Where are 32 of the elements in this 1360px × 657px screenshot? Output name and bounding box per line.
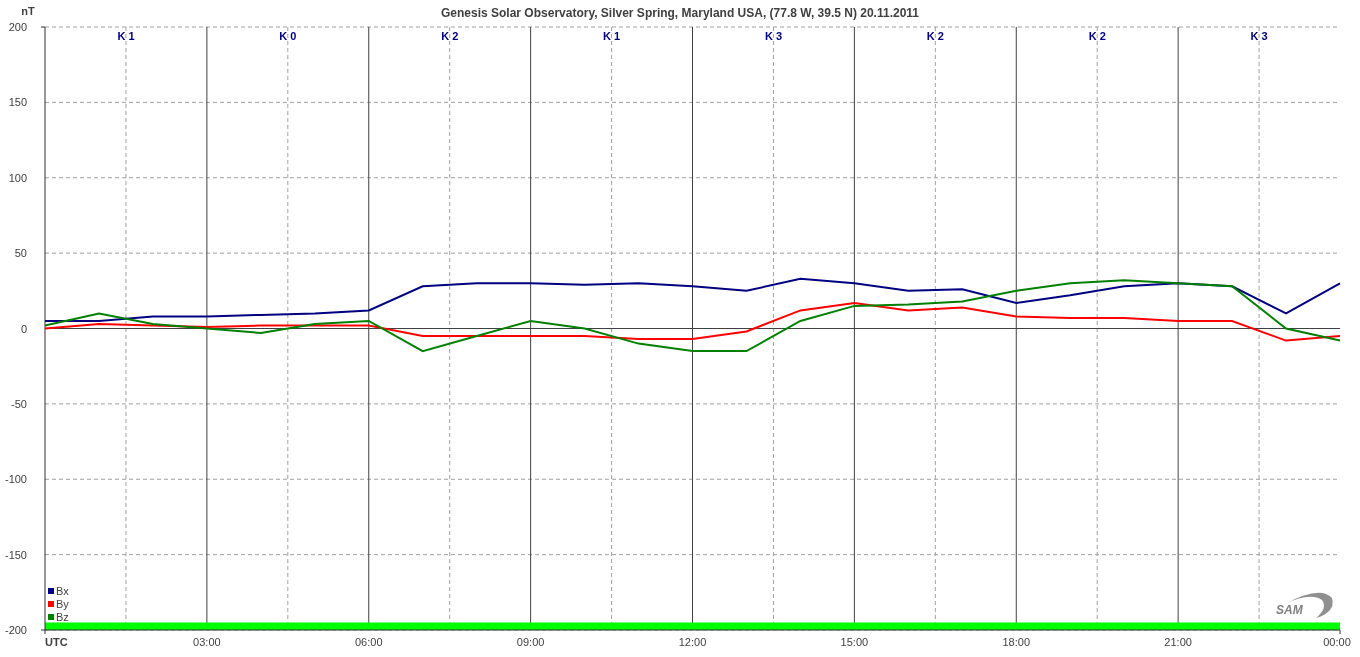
y-tick-label: -200 [4, 624, 27, 636]
k-index-label: K 1 [117, 30, 135, 42]
legend-label: By [56, 598, 69, 610]
y-tick-label: 200 [8, 21, 27, 33]
legend-label: Bx [56, 585, 69, 597]
y-tick-label: -50 [11, 397, 27, 410]
k-index-label: K 1 [603, 30, 621, 42]
y-axis-label: nT [21, 5, 35, 17]
x-tick-label: 15:00 [840, 636, 869, 648]
k-index-label: K 2 [926, 30, 944, 42]
y-tick-label: 100 [8, 171, 27, 184]
k-index-label: K 3 [764, 30, 782, 42]
chart-title: Genesis Solar Observatory, Silver Spring, Maryland USA, (77.8 W, 39.5 N) 20.11.2011 [441, 6, 919, 20]
k-index-label: K 3 [1250, 30, 1268, 42]
x-tick-label: 06:00 [355, 636, 383, 648]
y-tick-label: 0 [20, 322, 27, 335]
x-tick-label: 00:00 [1323, 636, 1351, 648]
y-tick-label: 150 [8, 96, 27, 109]
x-tick-label: 21:00 [1164, 636, 1192, 648]
legend-label: Bz [56, 611, 69, 623]
x-tick-label: 03:00 [193, 636, 221, 648]
x-tick-label: 12:00 [678, 636, 707, 648]
k-index-label: K 0 [279, 30, 297, 42]
x-tick-label: 09:00 [516, 636, 545, 648]
x-axis-label: UTC [45, 636, 68, 648]
k-index-label: K 2 [441, 30, 459, 42]
logo: SAM [1276, 592, 1333, 618]
y-tick-label: -150 [4, 548, 27, 561]
x-tick-label: 18:00 [1002, 636, 1030, 648]
k-index-label: K 2 [1088, 30, 1106, 42]
y-tick-label: -100 [4, 473, 27, 486]
y-tick-label: 50 [14, 247, 27, 260]
